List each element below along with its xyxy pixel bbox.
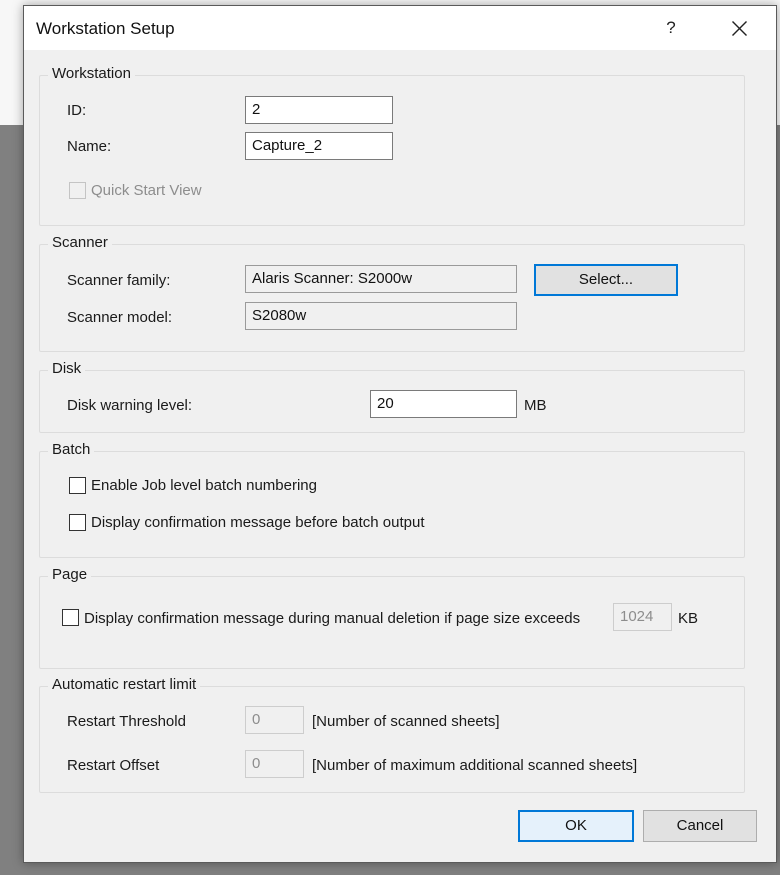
restart-offset-label: Restart Offset [67,757,160,774]
restart-threshold-hint: [Number of scanned sheets] [312,713,500,730]
id-label: ID: [67,102,87,119]
scanner-family-label: Scanner family: [67,272,171,289]
page-size-unit-label: KB [678,610,699,627]
restart-threshold-label: Restart Threshold [67,713,186,730]
workstation-setup-dialog: Workstation Setup ? Workstation ID: 2 Na… [23,5,777,863]
help-button[interactable]: ? [648,6,694,50]
confirm-batch-output-checkbox[interactable] [69,514,86,531]
batch-group: Batch Enable Job level batch numbering D… [39,441,745,558]
page-group: Page Display confirmation message during… [39,566,745,669]
page-group-title: Page [48,566,92,583]
name-input[interactable]: Capture_2 [245,132,393,160]
select-scanner-button[interactable]: Select... [534,264,678,296]
disk-group: Disk Disk warning level: 20 MB [39,360,745,433]
confirm-batch-output-label: Display confirmation message before batc… [91,514,425,531]
close-button[interactable] [716,6,762,50]
scanner-model-field: S2080w [245,302,517,330]
confirm-page-delete-label: Display confirmation message during manu… [84,610,581,627]
job-batch-numbering-checkbox[interactable] [69,477,86,494]
name-label: Name: [67,138,112,155]
quick-start-view-label: Quick Start View [91,182,202,199]
disk-warning-input[interactable]: 20 [370,390,517,418]
quick-start-view-checkbox[interactable] [69,182,86,199]
cancel-button[interactable]: Cancel [643,810,757,842]
restart-limit-group-title: Automatic restart limit [48,676,201,693]
page-size-input[interactable]: 1024 [613,603,672,631]
restart-threshold-input[interactable]: 0 [245,706,304,734]
close-icon [732,21,747,36]
disk-group-title: Disk [48,360,86,377]
scanner-group: Scanner Scanner family: Alaris Scanner: … [39,234,745,352]
restart-offset-hint: [Number of maximum additional scanned sh… [312,757,638,774]
disk-warning-label: Disk warning level: [67,397,193,414]
restart-limit-group: Automatic restart limit Restart Threshol… [39,676,745,793]
confirm-page-delete-checkbox[interactable] [62,609,79,626]
scanner-family-field: Alaris Scanner: S2000w [245,265,517,293]
workstation-group-title: Workstation [48,65,135,82]
scanner-model-label: Scanner model: [67,309,173,326]
disk-unit-label: MB [524,397,547,414]
restart-offset-input[interactable]: 0 [245,750,304,778]
ok-button[interactable]: OK [518,810,634,842]
workstation-group: Workstation ID: 2 Name: Capture_2 Quick … [39,65,745,226]
scanner-group-title: Scanner [48,234,112,251]
job-batch-numbering-label: Enable Job level batch numbering [91,477,317,494]
batch-group-title: Batch [48,441,95,458]
title-bar: Workstation Setup ? [24,6,776,50]
dialog-title: Workstation Setup [36,19,175,38]
id-input[interactable]: 2 [245,96,393,124]
